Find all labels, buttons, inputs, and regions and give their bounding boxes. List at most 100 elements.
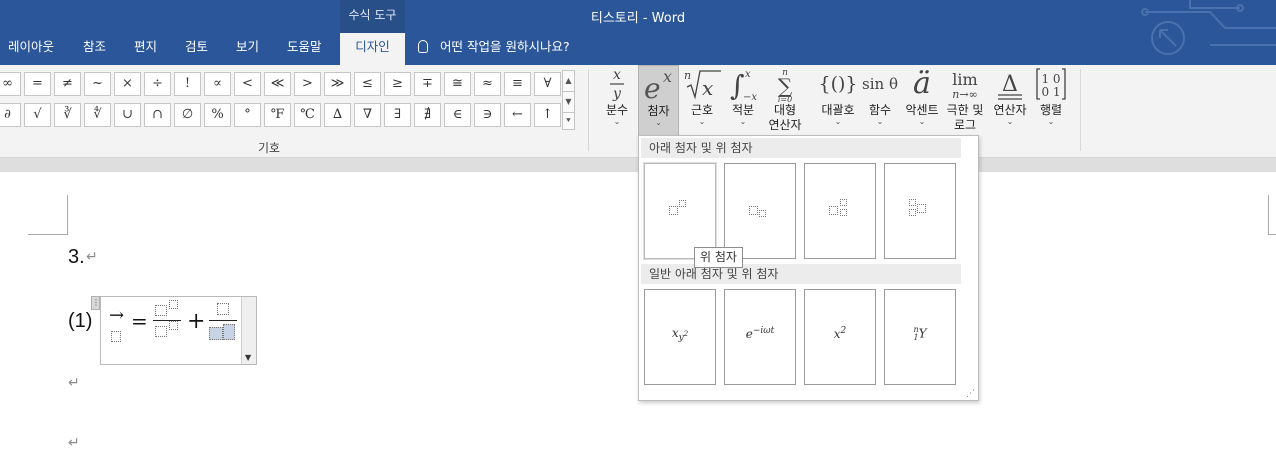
symbol-button[interactable]: % [204,103,231,127]
operator-label: 연산자 [993,103,1027,117]
equation-number[interactable]: (1) [68,310,92,333]
symbol-button[interactable]: ← [504,103,531,127]
symbol-button[interactable]: ∀ [534,72,561,96]
fraction-bar [209,320,237,321]
symbol-button[interactable]: ∈ [444,103,471,127]
symbol-button[interactable]: ∝ [204,72,231,96]
symbol-button[interactable]: ≈ [474,72,501,96]
tell-me-search[interactable]: 어떤 작업을 원하시나요? [418,33,570,65]
example-e-power[interactable]: e−iωt [724,289,796,385]
example-x-sub-y-squared[interactable]: xy2 [644,289,716,385]
symbol-button[interactable]: > [294,72,321,96]
superscript-option[interactable] [644,163,716,259]
vector-arrow: → [109,305,125,326]
symbol-button[interactable]: ∋ [474,103,501,127]
example-formula: xy2 [671,326,689,344]
large-operator-button[interactable]: n ∑ i=0 대형 연산자 [764,65,806,137]
function-button[interactable]: sin θ 함수 ⌄ [861,65,899,137]
symbol-button[interactable]: ≅ [444,72,471,96]
symbol-button[interactable]: ≫ [324,72,351,96]
symbol-button[interactable]: = [24,72,51,96]
tab-design[interactable]: 디자인 [340,33,405,65]
symbol-button[interactable]: ∅ [174,103,201,127]
accent-button[interactable]: ä 악센트 ⌄ [902,65,942,137]
bracket-button[interactable]: {()} 대괄호 ⌄ [818,65,858,137]
symbol-button[interactable]: ≪ [264,72,291,96]
equation-placeholder[interactable] [155,326,167,337]
tab-layout[interactable]: 레이아웃 [8,33,54,65]
example-left-scripts[interactable]: n 1Y [884,289,956,385]
symbol-button[interactable]: ° [234,103,261,127]
example-x-squared[interactable]: x2 [804,289,876,385]
paragraph-number[interactable]: 3. [68,246,85,269]
gallery-scroll-up[interactable]: ▲ [562,70,575,92]
symbol-button[interactable]: ÷ [144,72,171,96]
tab-view[interactable]: 보기 [236,33,259,65]
function-icon: sin θ [862,75,898,93]
fraction-button[interactable]: xy 분수 ⌄ [600,65,634,137]
symbol-button[interactable]: ↑ [534,103,561,127]
symbol-button[interactable]: ≡ [504,72,531,96]
tab-help[interactable]: 도움말 [287,33,322,65]
equation-placeholder-selected[interactable] [209,327,223,340]
symbol-button[interactable]: ≠ [54,72,81,96]
matrix-button[interactable]: 1 00 1 행렬 ⌄ [1034,65,1068,137]
symbol-button[interactable]: ∃ [384,103,411,127]
subscript-superscript-option[interactable] [804,163,876,259]
symbol-button[interactable]: ℉ [264,103,291,127]
symbol-button[interactable]: ∓ [414,72,441,96]
equation-placeholder[interactable] [155,305,167,316]
symbol-button[interactable]: ∞ [0,72,21,96]
symbol-button[interactable]: ~ [84,72,111,96]
svg-text:−x: −x [743,92,757,103]
equation-placeholder-selected[interactable] [223,324,235,340]
option-placeholder [840,199,847,206]
equation-handle[interactable]: ⋮ [91,296,100,310]
symbol-button[interactable]: √ [24,103,51,127]
symbol-button[interactable]: ∜ [84,103,111,127]
operator-button[interactable]: Δ 연산자 ⌄ [989,65,1031,137]
symbol-button[interactable]: ∂ [0,103,21,127]
symbol-button[interactable]: ≥ [384,72,411,96]
tab-mailings[interactable]: 편지 [134,33,157,65]
chevron-down-icon: ⌄ [876,117,884,126]
paragraph-mark: ↵ [86,249,98,265]
gallery-more-button[interactable]: ⯆ [562,112,575,130]
title-bar: 수식 도구 티스토리 - Word [0,0,1276,33]
symbol-button[interactable]: ∛ [54,103,81,127]
equation-placeholder[interactable] [169,300,178,309]
limit-log-button[interactable]: lim n→∞ 극한 및 로그 [943,65,987,137]
equation-box[interactable]: → = + [100,296,257,365]
integral-button[interactable]: ∫ x −x 적분 ⌄ [724,65,762,137]
symbol-button[interactable]: ∄ [414,103,441,127]
subscript-option[interactable] [724,163,796,259]
symbol-button[interactable]: ∩ [144,103,171,127]
symbol-button[interactable]: × [114,72,141,96]
equation-placeholder[interactable] [169,321,178,330]
tab-references[interactable]: 참조 [83,33,106,65]
script-button[interactable]: ex 첨자 ⌄ [638,65,679,137]
chevron-down-icon: ⌄ [1006,117,1014,126]
symbol-button[interactable]: ℃ [294,103,321,127]
symbol-button[interactable]: ∇ [354,103,381,127]
left-subscript-superscript-option[interactable] [884,163,956,259]
tab-review[interactable]: 검토 [185,33,208,65]
accent-icon: ä [913,66,931,101]
option-placeholder [749,206,758,215]
symbol-button[interactable]: ! [174,72,201,96]
symbol-button[interactable]: ∆ [324,103,351,127]
large-operator-icon: n ∑ i=0 [764,65,806,104]
equation-options-dropdown[interactable]: ▼ [241,297,256,364]
chevron-down-icon: ⌄ [698,117,706,126]
symbol-button[interactable]: < [234,72,261,96]
ribbon-tab-bar: 레이아웃 참조 편지 검토 보기 도움말 디자인 어떤 작업을 원하시나요? [0,33,1276,65]
margin-corner-mark [28,195,68,235]
gallery-scroll-down[interactable]: ▼ [562,91,575,113]
resize-grip-icon[interactable]: ⋰ [966,389,975,399]
symbol-button[interactable]: ≤ [354,72,381,96]
equation-placeholder[interactable] [111,331,121,342]
equation-placeholder[interactable] [217,303,229,315]
chevron-down-icon: ⌄ [918,117,926,126]
radical-button[interactable]: nx 근호 ⌄ [682,65,722,137]
symbol-button[interactable]: ∪ [114,103,141,127]
